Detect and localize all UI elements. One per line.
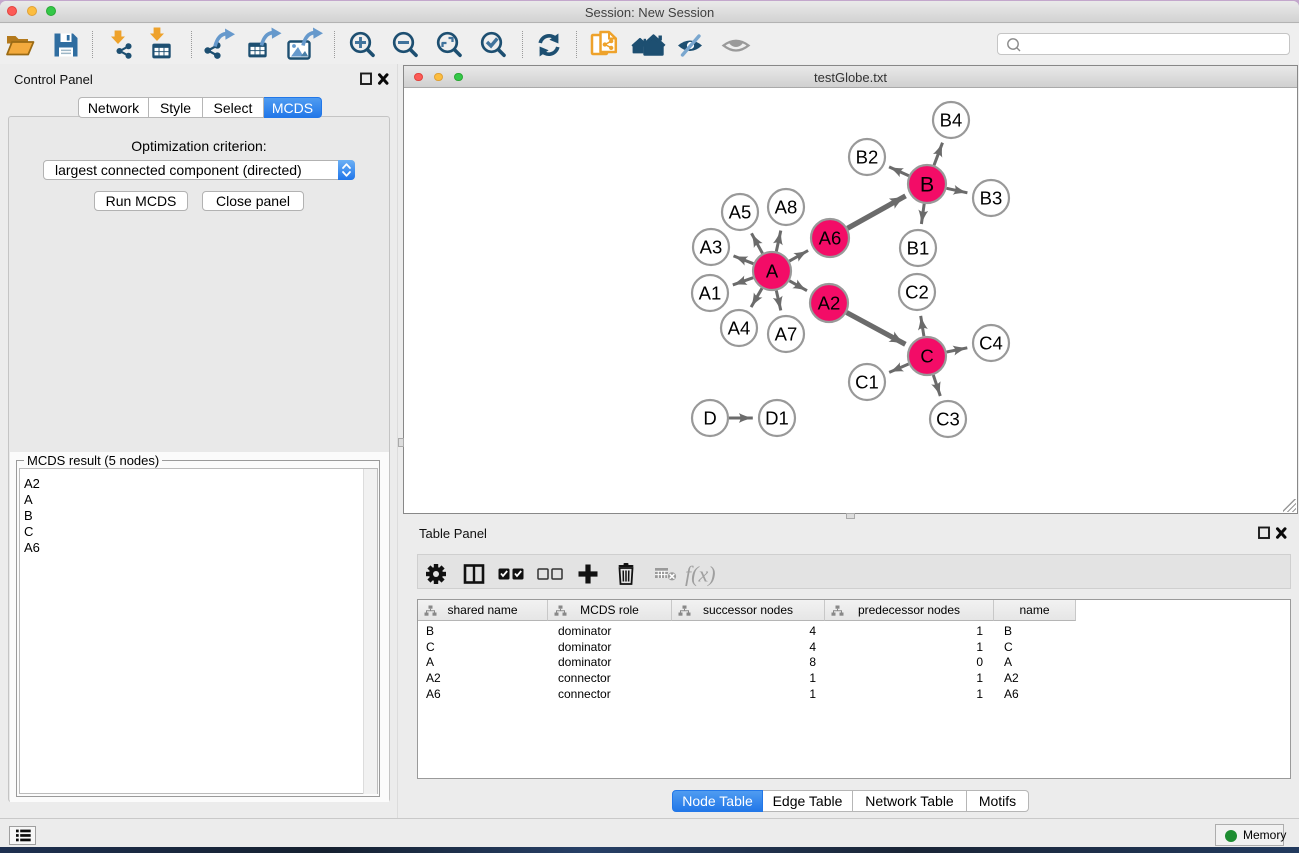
svg-text:A1: A1 <box>699 283 722 304</box>
svg-text:C4: C4 <box>979 333 1003 354</box>
svg-text:A6: A6 <box>819 228 842 249</box>
svg-text:A8: A8 <box>775 197 798 218</box>
svg-text:D1: D1 <box>765 408 789 429</box>
svg-text:C: C <box>920 346 933 367</box>
svg-text:A4: A4 <box>728 318 751 339</box>
svg-text:D: D <box>703 408 716 429</box>
svg-text:B3: B3 <box>980 188 1003 209</box>
svg-text:C2: C2 <box>905 282 929 303</box>
svg-text:C3: C3 <box>936 409 960 430</box>
svg-text:A7: A7 <box>775 324 798 345</box>
svg-text:B4: B4 <box>940 110 963 131</box>
svg-text:A: A <box>766 261 779 282</box>
svg-text:B: B <box>920 173 934 197</box>
svg-text:A3: A3 <box>700 237 723 258</box>
svg-text:C1: C1 <box>855 372 879 393</box>
svg-text:B2: B2 <box>856 147 879 168</box>
svg-text:B1: B1 <box>907 238 930 259</box>
svg-text:f(x): f(x) <box>685 562 716 587</box>
svg-text:A2: A2 <box>818 293 841 314</box>
svg-text:A5: A5 <box>729 202 752 223</box>
